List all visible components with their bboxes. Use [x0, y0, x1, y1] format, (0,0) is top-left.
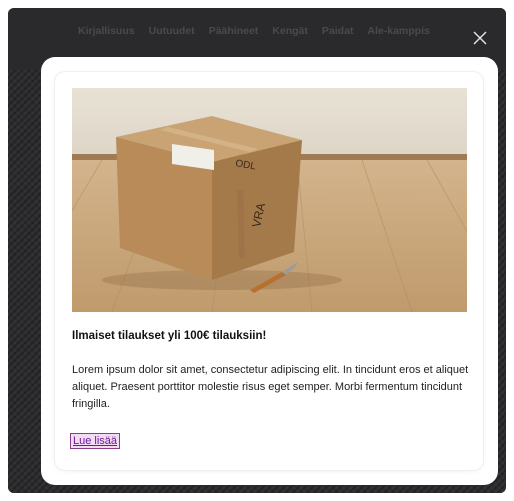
- promo-modal: ODL VRA Ilmaiset tilaukset yli 100€ tila…: [41, 57, 498, 485]
- nav-menu: Kirjallisuus Uutuudet Päähineet Kengät P…: [78, 25, 430, 37]
- close-icon: [473, 31, 487, 45]
- nav-item-paidat[interactable]: Paidat: [322, 25, 354, 37]
- nav-item-kirjallisuus[interactable]: Kirjallisuus: [78, 25, 135, 37]
- cardboard-box-photo: ODL VRA: [72, 88, 467, 312]
- promo-card: ODL VRA Ilmaiset tilaukset yli 100€ tila…: [55, 72, 483, 470]
- nav-item-kengat[interactable]: Kengät: [272, 25, 308, 37]
- nav-item-uutuudet[interactable]: Uutuudet: [149, 25, 195, 37]
- promo-description: Lorem ipsum dolor sit amet, consectetur …: [72, 364, 469, 410]
- close-button[interactable]: [468, 26, 492, 50]
- nav-item-paahineet[interactable]: Päähineet: [209, 25, 259, 37]
- promo-title: Ilmaiset tilaukset yli 100€ tilauksiin!: [72, 330, 267, 342]
- nav-item-ale-kamppis[interactable]: Ale-kamppis: [367, 25, 429, 37]
- read-more-link[interactable]: Lue lisää: [69, 433, 121, 449]
